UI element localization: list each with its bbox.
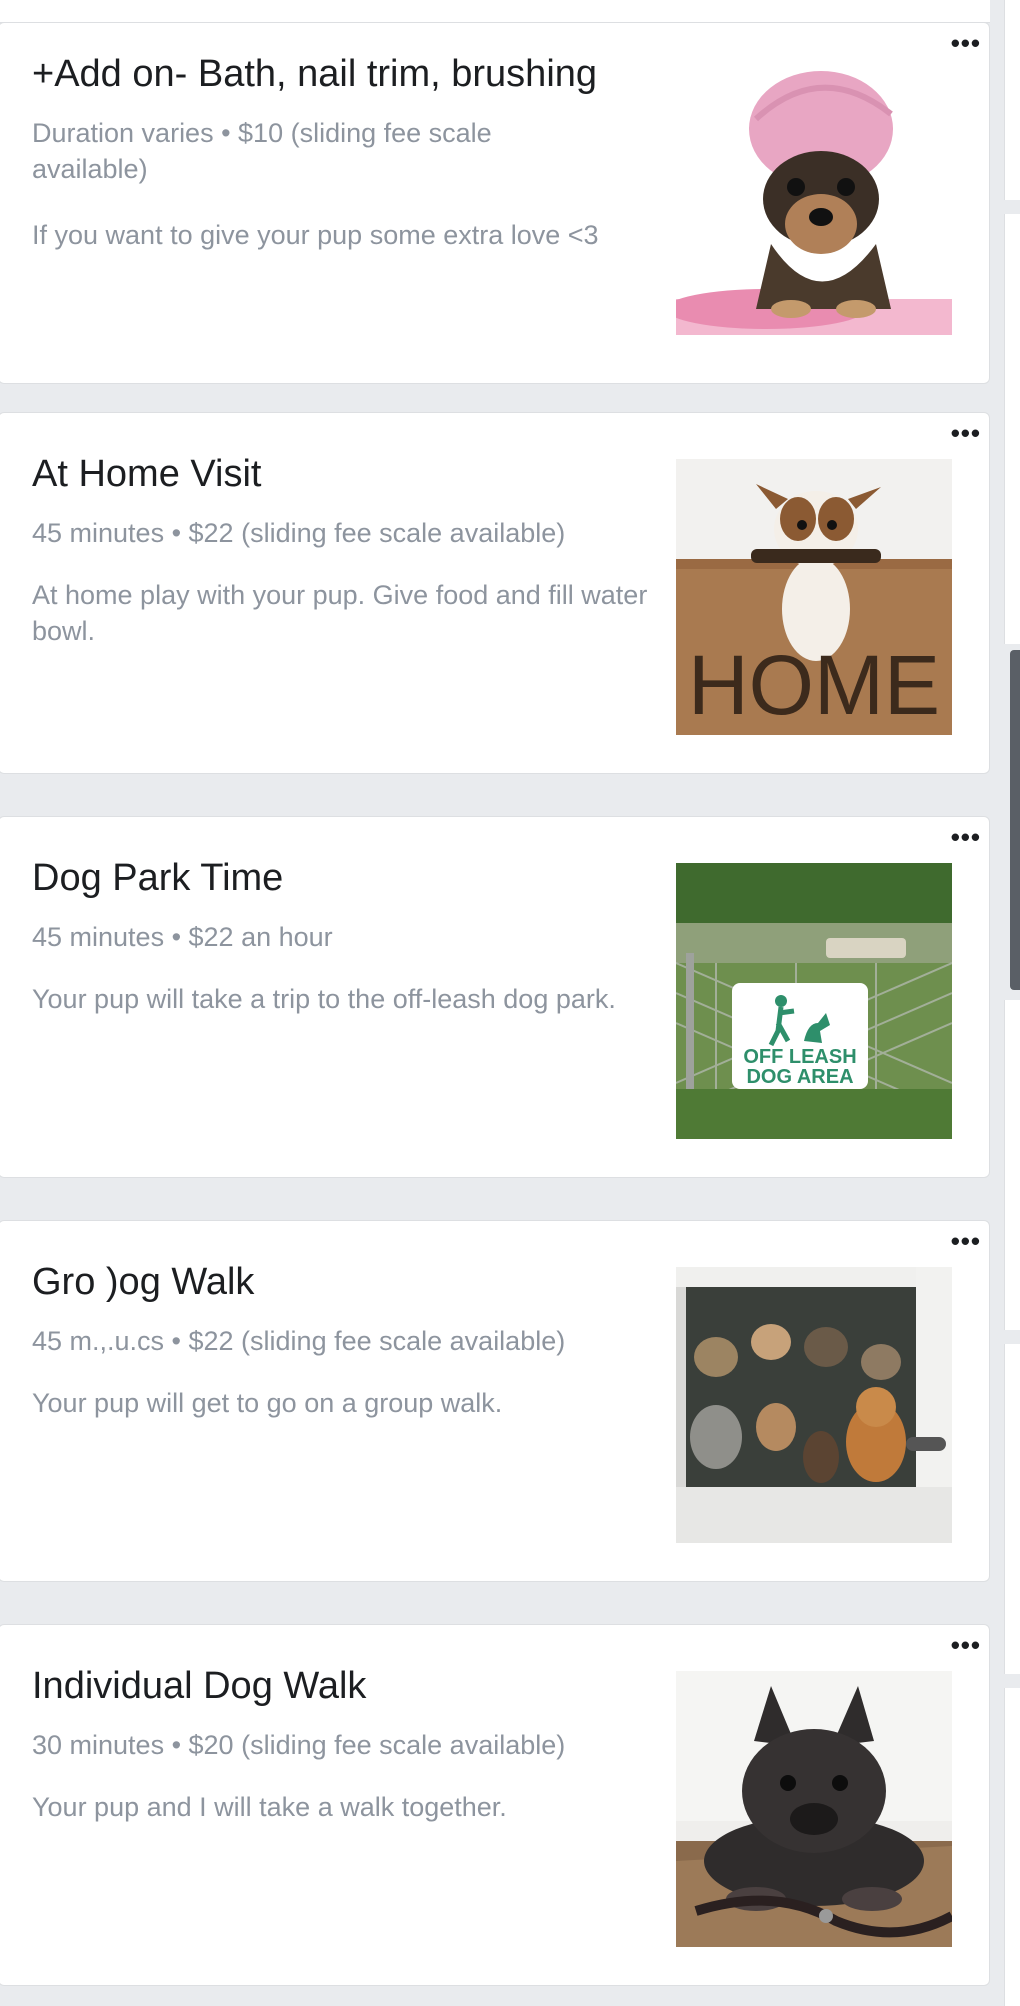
service-duration-price: 30 minutes • $20 (sliding fee scale avai… [32,1730,566,1760]
dog-on-home-mat-image: HOME [676,459,952,735]
service-description: Your pup will take a trip to the off-lea… [32,984,616,1014]
more-options-icon[interactable]: ••• [951,30,981,56]
dogs-in-van-image [676,1267,952,1543]
sign-text-line1: OFF LEASH [743,1046,856,1068]
dog-in-towel-image [676,59,952,335]
service-duration-price: 45 minutes • $22 (sliding fee scale avai… [32,518,566,548]
home-mat-text: HOME [688,638,940,732]
service-duration-price: 45 m.,.u.cs • $22 (sliding fee scale ava… [32,1326,566,1356]
more-options-icon[interactable]: ••• [951,1632,981,1658]
service-duration-price: 45 minutes • $22 an hour [32,922,333,952]
service-description: At home play with your pup. Give food an… [32,580,648,646]
service-card[interactable]: ••• Dog Park Time 45 minutes • $22 an ho… [0,816,990,1178]
service-card[interactable]: ••• Gro )og Walk 45 m.,.u.cs • $22 (slid… [0,1220,990,1582]
service-description: If you want to give your pup some extra … [32,220,599,250]
sign-text-line2: DOG AREA [746,1066,853,1088]
french-bulldog-with-leash-image [676,1671,952,1947]
service-title: Individual Dog Walk [32,1665,367,1707]
more-options-icon[interactable]: ••• [951,824,981,850]
service-card[interactable]: ••• At Home Visit 45 minutes • $22 (slid… [0,412,990,774]
more-options-icon[interactable]: ••• [951,420,981,446]
adjacent-column-edge [990,0,1020,2006]
previous-card-edge [0,0,990,23]
service-title: +Add on- Bath, nail trim, brushing [32,53,598,95]
service-title: Gro )og Walk [32,1261,255,1303]
service-title: Dog Park Time [32,857,284,899]
service-card[interactable]: ••• +Add on- Bath, nail trim, brushing D… [0,22,990,384]
service-description: Your pup and I will take a walk together… [32,1792,507,1822]
service-duration-price: Duration varies • $10 (sliding fee scale… [32,118,492,184]
service-card[interactable]: ••• Individual Dog Walk 30 minutes • $20… [0,1624,990,1986]
off-leash-sign-image: OFF LEASH DOG AREA [676,863,952,1139]
more-options-icon[interactable]: ••• [951,1228,981,1254]
service-title: At Home Visit [32,453,262,495]
service-description: Your pup will get to go on a group walk. [32,1388,503,1418]
